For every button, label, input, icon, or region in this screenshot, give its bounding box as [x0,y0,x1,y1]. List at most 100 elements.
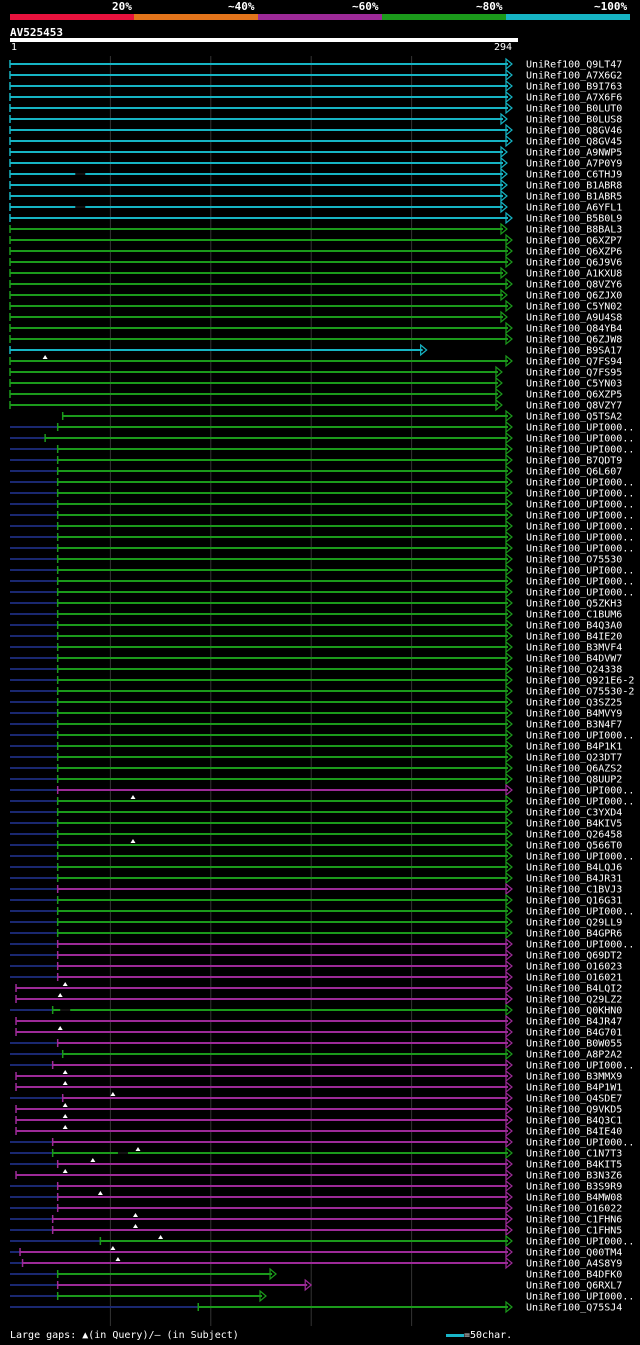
hit-label: UniRef100_Q8UUP2 [526,775,622,786]
legend-label-80: ~80% [476,0,503,13]
hit-label: UniRef100_UPI000.. [526,907,634,918]
hit-label: UniRef100_A1KXU8 [526,269,622,280]
query-gap-marker [115,1257,121,1261]
hit-label: UniRef100_B8BAL3 [526,225,622,236]
hit-label: UniRef100_B9SA17 [526,346,622,357]
legend-label-100: ~100% [594,0,628,13]
hit-label: UniRef100_Q4SDE7 [526,1094,622,1105]
legend-swatch-20 [10,14,134,20]
query-gap-marker [110,1246,116,1250]
hit-label: UniRef100_B4LQJ6 [526,863,622,874]
hit-label: UniRef100_UPI000.. [526,544,634,555]
hit-label: UniRef100_B4DVW7 [526,654,622,665]
query-gap-marker [62,1103,68,1107]
hit-label: UniRef100_B4Q3C1 [526,1116,622,1127]
query-gap-marker [42,355,48,359]
hit-label: UniRef100_B4P1K1 [526,742,622,753]
query-gap-marker [97,1191,103,1195]
hit-label: UniRef100_Q8VZY6 [526,280,622,291]
hit-label: UniRef100_Q8GV46 [526,126,622,137]
ruler-start: 1 [11,42,18,53]
hit-label: UniRef100_UPI000.. [526,489,634,500]
hit-label: UniRef100_B4KIT5 [526,1160,622,1171]
hit-label: UniRef100_B0LUT0 [526,104,622,115]
hit-label: UniRef100_Q7FS95 [526,368,622,379]
hit-label: UniRef100_B3MMX9 [526,1072,622,1083]
hit-label: UniRef100_UPI000.. [526,588,634,599]
hit-label: UniRef100_Q0KHN0 [526,1006,622,1017]
hit-label: UniRef100_Q29LL9 [526,918,622,929]
hit-label: UniRef100_C1FHN5 [526,1226,622,1237]
query-gap-marker [57,993,63,997]
query-gap-marker [133,1224,138,1228]
hit-label: UniRef100_C1BVJ3 [526,885,622,896]
hit-label: UniRef100_UPI000.. [526,786,634,797]
legend-label-20: 20% [112,0,132,13]
hit-label: UniRef100_Q9LT47 [526,60,622,71]
hit-label: UniRef100_Q6XZP5 [526,390,622,401]
hit-label: UniRef100_O75530 [526,555,622,566]
hit-label: UniRef100_B4MW08 [526,1193,622,1204]
hit-label: UniRef100_UPI000.. [526,511,634,522]
hit-label: UniRef100_UPI000.. [526,1061,634,1072]
hit-label: UniRef100_UPI000.. [526,731,634,742]
hit-label: UniRef100_O16022 [526,1204,622,1215]
hit-label: UniRef100_Q75SJ4 [526,1303,622,1314]
query-gap-marker [130,795,136,799]
query-gap-marker [135,1147,141,1151]
hit-label: UniRef100_B4IE40 [526,1127,622,1138]
legend-label-40: ~40% [228,0,255,13]
hit-label: UniRef100_UPI000.. [526,434,634,445]
query-gap-marker [62,1070,68,1074]
query-gap-marker [90,1158,96,1162]
hit-label: UniRef100_UPI000.. [526,566,634,577]
hit-label: UniRef100_Q29LZ2 [526,995,622,1006]
hit-label: UniRef100_Q6XZP7 [526,236,622,247]
hit-label: UniRef100_B4JR31 [526,874,622,885]
hit-label: UniRef100_Q566T0 [526,841,622,852]
hit-label: UniRef100_UPI000.. [526,1292,634,1303]
hit-label: UniRef100_Q6ZJW8 [526,335,622,346]
hit-label: UniRef100_Q26458 [526,830,622,841]
hit-label: UniRef100_A7X6G2 [526,71,622,82]
hit-label: UniRef100_Q6RXL7 [526,1281,622,1292]
hit-label: UniRef100_UPI000.. [526,852,634,863]
hit-label: UniRef100_B0LUS8 [526,115,622,126]
legend-swatch-40 [134,14,258,20]
hit-label: UniRef100_B3N3Z6 [526,1171,622,1182]
hit-label: UniRef100_B9I763 [526,82,622,93]
query-gap-marker [62,1081,68,1085]
hit-label: UniRef100_B1ABR5 [526,192,622,203]
hit-label: UniRef100_A8P2A2 [526,1050,622,1061]
query-gap-marker [130,839,136,843]
hit-label: UniRef100_Q7FS94 [526,357,622,368]
hit-label: UniRef100_C5YN03 [526,379,622,390]
query-gap-marker [62,1169,68,1173]
legend-swatch-60 [258,14,382,20]
hit-label: UniRef100_Q6AZS2 [526,764,622,775]
hit-label: UniRef100_B4GPR6 [526,929,622,940]
hit-label: UniRef100_O16023 [526,962,622,973]
query-gap-marker [62,1125,68,1129]
alignment-hits: UniRef100_Q9LT47UniRef100_A7X6G2UniRef10… [9,56,634,1326]
hit-label: UniRef100_A9U4S8 [526,313,622,324]
hit-label: UniRef100_C1N7T3 [526,1149,622,1160]
scale-text: =50char. [464,1330,513,1341]
hit-label: UniRef100_C1BUM6 [526,610,622,621]
hit-label: UniRef100_Q5ZKH3 [526,599,622,610]
hit-label: UniRef100_Q3SZ25 [526,698,622,709]
hit-label: UniRef100_UPI000.. [526,533,634,544]
hit-label: UniRef100_Q16G31 [526,896,622,907]
hit-label: UniRef100_UPI000.. [526,797,634,808]
hit-label: UniRef100_Q23DT7 [526,753,622,764]
query-gap-marker [158,1235,164,1239]
hit-label: UniRef100_C3YXD4 [526,808,622,819]
hit-label: UniRef100_Q9VKD5 [526,1105,622,1116]
hit-label: UniRef100_A7X6F6 [526,93,622,104]
legend-swatch-80 [382,14,506,20]
hit-label: UniRef100_B1ABR8 [526,181,622,192]
hit-label: UniRef100_O75530-2 [526,687,634,698]
hit-label: UniRef100_UPI000.. [526,500,634,511]
query-gap-marker [110,1092,116,1096]
hit-label: UniRef100_Q6J9V6 [526,258,622,269]
